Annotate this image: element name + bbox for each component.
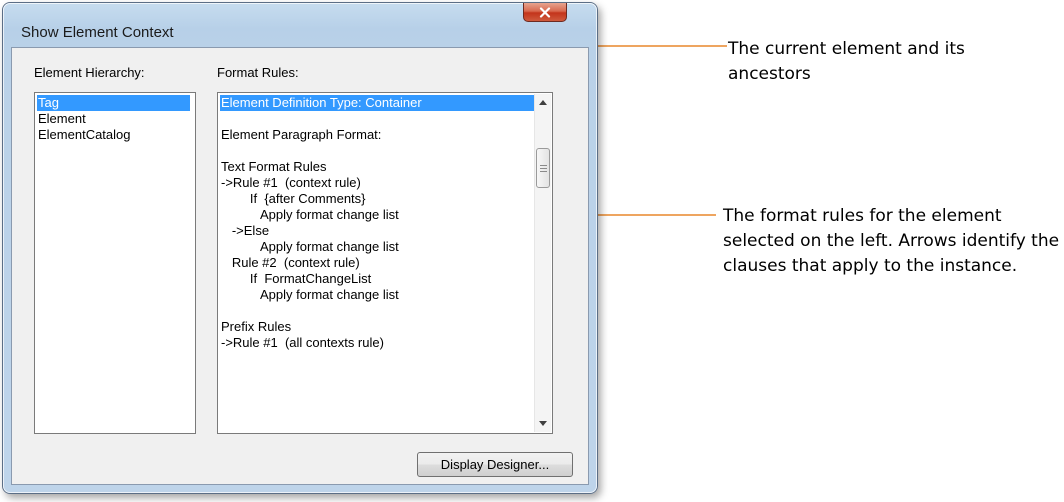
rules-line-blank [220, 303, 552, 319]
format-rules-list[interactable]: Element Definition Type: Container Eleme… [217, 92, 553, 434]
format-rules-label: Format Rules: [217, 65, 299, 80]
rules-line-rule-2[interactable]: Rule #2 (context rule) [220, 255, 552, 271]
rules-line-apply-format[interactable]: Apply format change list [220, 287, 552, 303]
scroll-down-arrow-icon [539, 421, 547, 426]
dialog-client-area: Element Hierarchy: Format Rules: Tag Ele… [11, 47, 589, 485]
stage: Show Element Context Element Hierarchy: … [0, 0, 1064, 502]
rules-line-prefix-rule-1[interactable]: ->Rule #1 (all contexts rule) [220, 335, 552, 351]
rules-line-if-formatchangelist[interactable]: If FormatChangeList [220, 271, 552, 287]
rules-line-paragraph-format[interactable]: Element Paragraph Format: [220, 127, 552, 143]
rules-line-else[interactable]: ->Else [220, 223, 552, 239]
element-hierarchy-list[interactable]: Tag Element ElementCatalog [34, 92, 196, 434]
rules-line-text-format-rules[interactable]: Text Format Rules [220, 159, 552, 175]
close-icon [539, 6, 551, 18]
rules-line-definition-type[interactable]: Element Definition Type: Container [220, 95, 543, 111]
rules-line-rule-1[interactable]: ->Rule #1 (context rule) [220, 175, 552, 191]
rules-line-if-after-comments[interactable]: If {after Comments} [220, 191, 552, 207]
rules-line-prefix-rules[interactable]: Prefix Rules [220, 319, 552, 335]
scroll-up-button[interactable] [535, 94, 551, 111]
dialog-title: Show Element Context [21, 24, 174, 41]
rules-line-apply-format[interactable]: Apply format change list [220, 239, 552, 255]
element-hierarchy-label: Element Hierarchy: [34, 65, 145, 80]
rules-line-apply-format[interactable]: Apply format change list [220, 207, 552, 223]
display-designer-button[interactable]: Display Designer... [417, 452, 573, 477]
hierarchy-item-elementcatalog[interactable]: ElementCatalog [37, 127, 195, 143]
show-element-context-dialog: Show Element Context Element Hierarchy: … [2, 2, 598, 494]
hierarchy-item-element[interactable]: Element [37, 111, 195, 127]
scroll-thumb[interactable] [536, 148, 550, 188]
format-rules-scrollbar[interactable] [534, 94, 551, 432]
hierarchy-item-tag[interactable]: Tag [37, 95, 190, 111]
scroll-down-button[interactable] [535, 415, 551, 432]
scroll-grip-icon [539, 163, 547, 174]
close-button[interactable] [523, 3, 567, 22]
rules-line-blank [220, 143, 552, 159]
callout-format-rules: The format rules for the element selecte… [723, 206, 1060, 276]
callout-ancestors: The current element and its ancestors [728, 39, 965, 84]
rules-line-blank [220, 111, 552, 127]
scroll-up-arrow-icon [539, 100, 547, 105]
